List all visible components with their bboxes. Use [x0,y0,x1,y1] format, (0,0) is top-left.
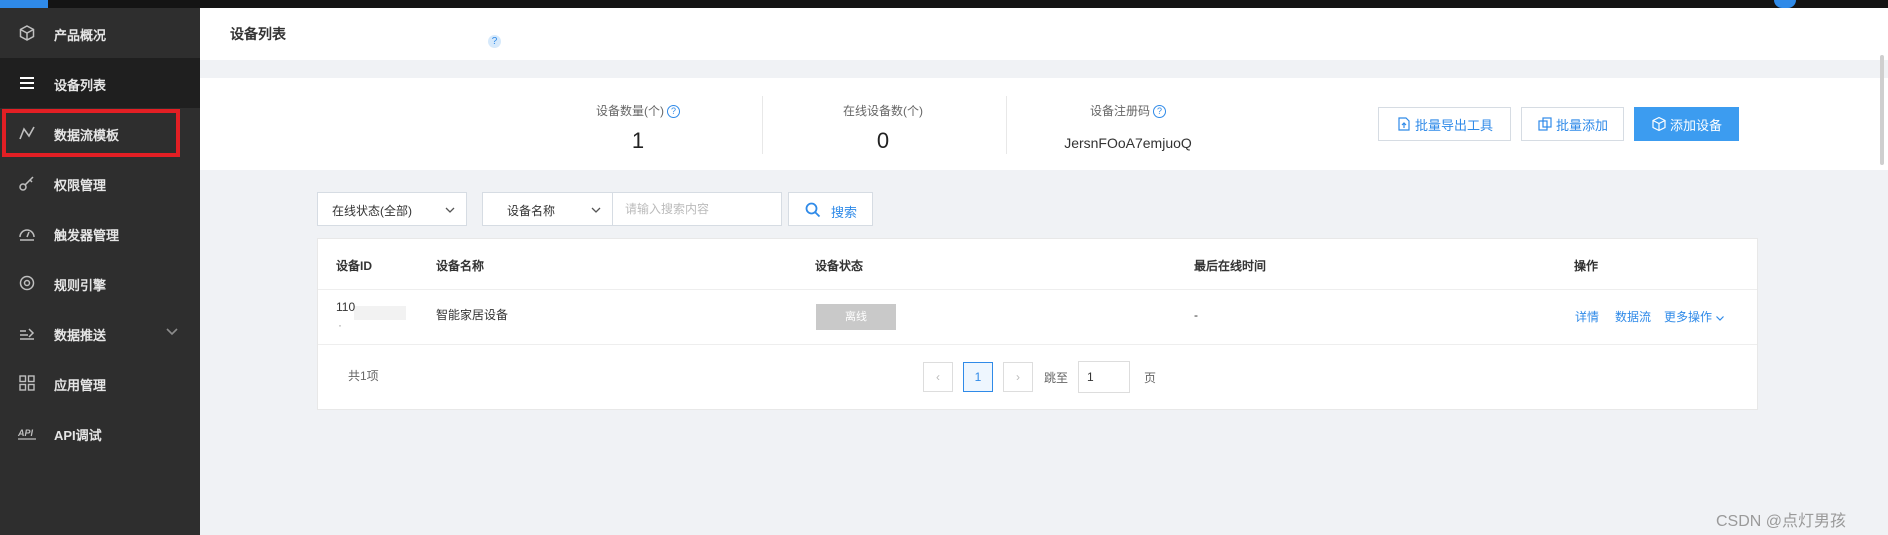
sidebar-item-device-list[interactable]: 设备列表 [0,58,200,108]
sidebar-item-permissions[interactable]: 权限管理 [0,158,200,208]
scrollbar[interactable] [1880,55,1884,165]
top-bar [0,0,1888,8]
batch-add-label: 批量添加 [1555,117,1608,133]
push-icon [17,323,37,343]
grid-icon [17,373,37,393]
chevron-down-icon [1716,315,1725,321]
sidebar-item-label: API调试 [54,428,102,443]
prev-page-button[interactable]: ‹ [923,362,953,392]
divider [1006,96,1007,154]
sidebar-item-label: 应用管理 [54,378,107,393]
stat-label: 设备数量(个) [596,104,664,118]
search-button[interactable]: 搜索 [788,192,873,226]
stat-device-count: 设备数量(个)? 1 [518,78,758,170]
watermark: CSDN @点灯男孩 [1716,513,1847,530]
stat-value: JersnFOoA7emjuoQ [1064,135,1192,151]
sidebar-item-label: 数据推送 [54,328,107,343]
page-title: 设备列表 [230,26,286,42]
status-badge: 离线 [816,304,896,330]
list-icon [17,73,37,93]
last-online-time: - [1194,308,1198,322]
cube-icon [17,23,37,43]
device-id: 110 [336,300,356,314]
sidebar-item-api-debug[interactable]: API API调试 [0,408,200,458]
page-header: 设备列表 ? [200,8,1888,60]
detail-link[interactable]: 详情 [1575,308,1599,325]
column-header-last-online: 最后在线时间 [1194,259,1267,273]
engine-icon [17,273,37,293]
add-device-label: 添加设备 [1669,117,1722,133]
more-actions-dropdown[interactable]: 更多操作 [1664,308,1725,325]
device-name: 智能家居设备 [436,308,509,322]
copy-icon [1538,117,1552,131]
column-header-name: 设备名称 [436,259,485,273]
page-unit-label: 页 [1144,371,1157,385]
gauge-icon [17,223,37,243]
sidebar-item-label: 设备列表 [54,78,107,93]
batch-export-label: 批量导出工具 [1414,117,1493,133]
sidebar: 产品概况 设备列表 数据流模板 权限管理 触发器管理 规则引擎 数据推送 应用管… [0,8,200,535]
stat-online-count: 在线设备数(个) 0 [763,78,1003,170]
sidebar-item-product-overview[interactable]: 产品概况 [0,8,200,58]
batch-export-button[interactable]: 批量导出工具 [1378,107,1511,141]
search-input[interactable] [613,192,782,226]
stat-label: 在线设备数(个) [843,104,923,118]
key-icon [17,173,37,193]
column-header-status: 设备状态 [815,259,864,273]
svg-text:API: API [17,428,34,438]
help-icon[interactable]: ? [667,105,680,118]
search-icon [805,202,821,218]
stat-label: 设备注册码 [1089,104,1150,118]
api-icon: API [17,423,37,443]
sidebar-item-app-management[interactable]: 应用管理 [0,358,200,408]
chevron-down-icon[interactable] [164,323,180,339]
top-bar-accent [0,0,48,8]
chevron-down-icon [591,207,601,213]
highlight-annotation-box [2,109,180,157]
sidebar-item-rule-engine[interactable]: 规则引擎 [0,258,200,308]
chevron-down-icon [445,207,455,213]
help-icon[interactable]: ? [1153,105,1166,118]
stat-value: 0 [876,128,890,153]
sidebar-item-label: 触发器管理 [54,228,120,243]
sidebar-item-label: 产品概况 [54,28,107,43]
sidebar-item-triggers[interactable]: 触发器管理 [0,208,200,258]
stat-value: 1 [631,128,645,153]
cube-icon [1652,116,1666,132]
pagination-total: 共1项 [348,369,379,383]
device-id-suffix: · [338,318,342,332]
datastream-link[interactable]: 数据流 [1615,308,1651,325]
user-avatar[interactable] [1774,0,1796,8]
stats-panel: 设备数量(个)? 1 在线设备数(个) 0 设备注册码? JersnFOoA7e… [200,78,1888,170]
sidebar-item-data-push[interactable]: 数据推送 [0,308,200,358]
table-row: 110 · 智能家居设备 离线 - 详情 数据流 更多操作 [318,289,1757,345]
sidebar-item-label: 权限管理 [54,178,107,193]
search-field-select[interactable]: 设备名称 [482,192,613,226]
jump-label: 跳至 [1044,371,1069,385]
stat-registration-code: 设备注册码? JersnFOoA7emjuoQ [1008,78,1248,170]
select-value: 设备名称 [507,204,556,218]
batch-add-button[interactable]: 批量添加 [1521,107,1624,141]
next-page-button[interactable]: › [1003,362,1033,392]
help-icon[interactable]: ? [488,35,501,48]
add-device-button[interactable]: 添加设备 [1634,107,1739,141]
jump-page-input[interactable] [1078,361,1130,393]
sidebar-item-label: 规则引擎 [54,278,107,293]
redacted-id-blur [354,306,406,320]
page-number-button[interactable]: 1 [963,362,993,392]
column-header-actions: 操作 [1574,259,1599,273]
select-value: 在线状态(全部) [332,204,412,218]
online-status-select[interactable]: 在线状态(全部) [317,192,467,226]
more-actions-label: 更多操作 [1664,310,1713,324]
search-button-label: 搜索 [831,205,858,220]
device-table: 设备ID 设备名称 设备状态 最后在线时间 操作 110 · 智能家居设备 离线… [317,238,1758,410]
column-header-id: 设备ID [336,259,373,273]
export-icon [1398,117,1410,131]
